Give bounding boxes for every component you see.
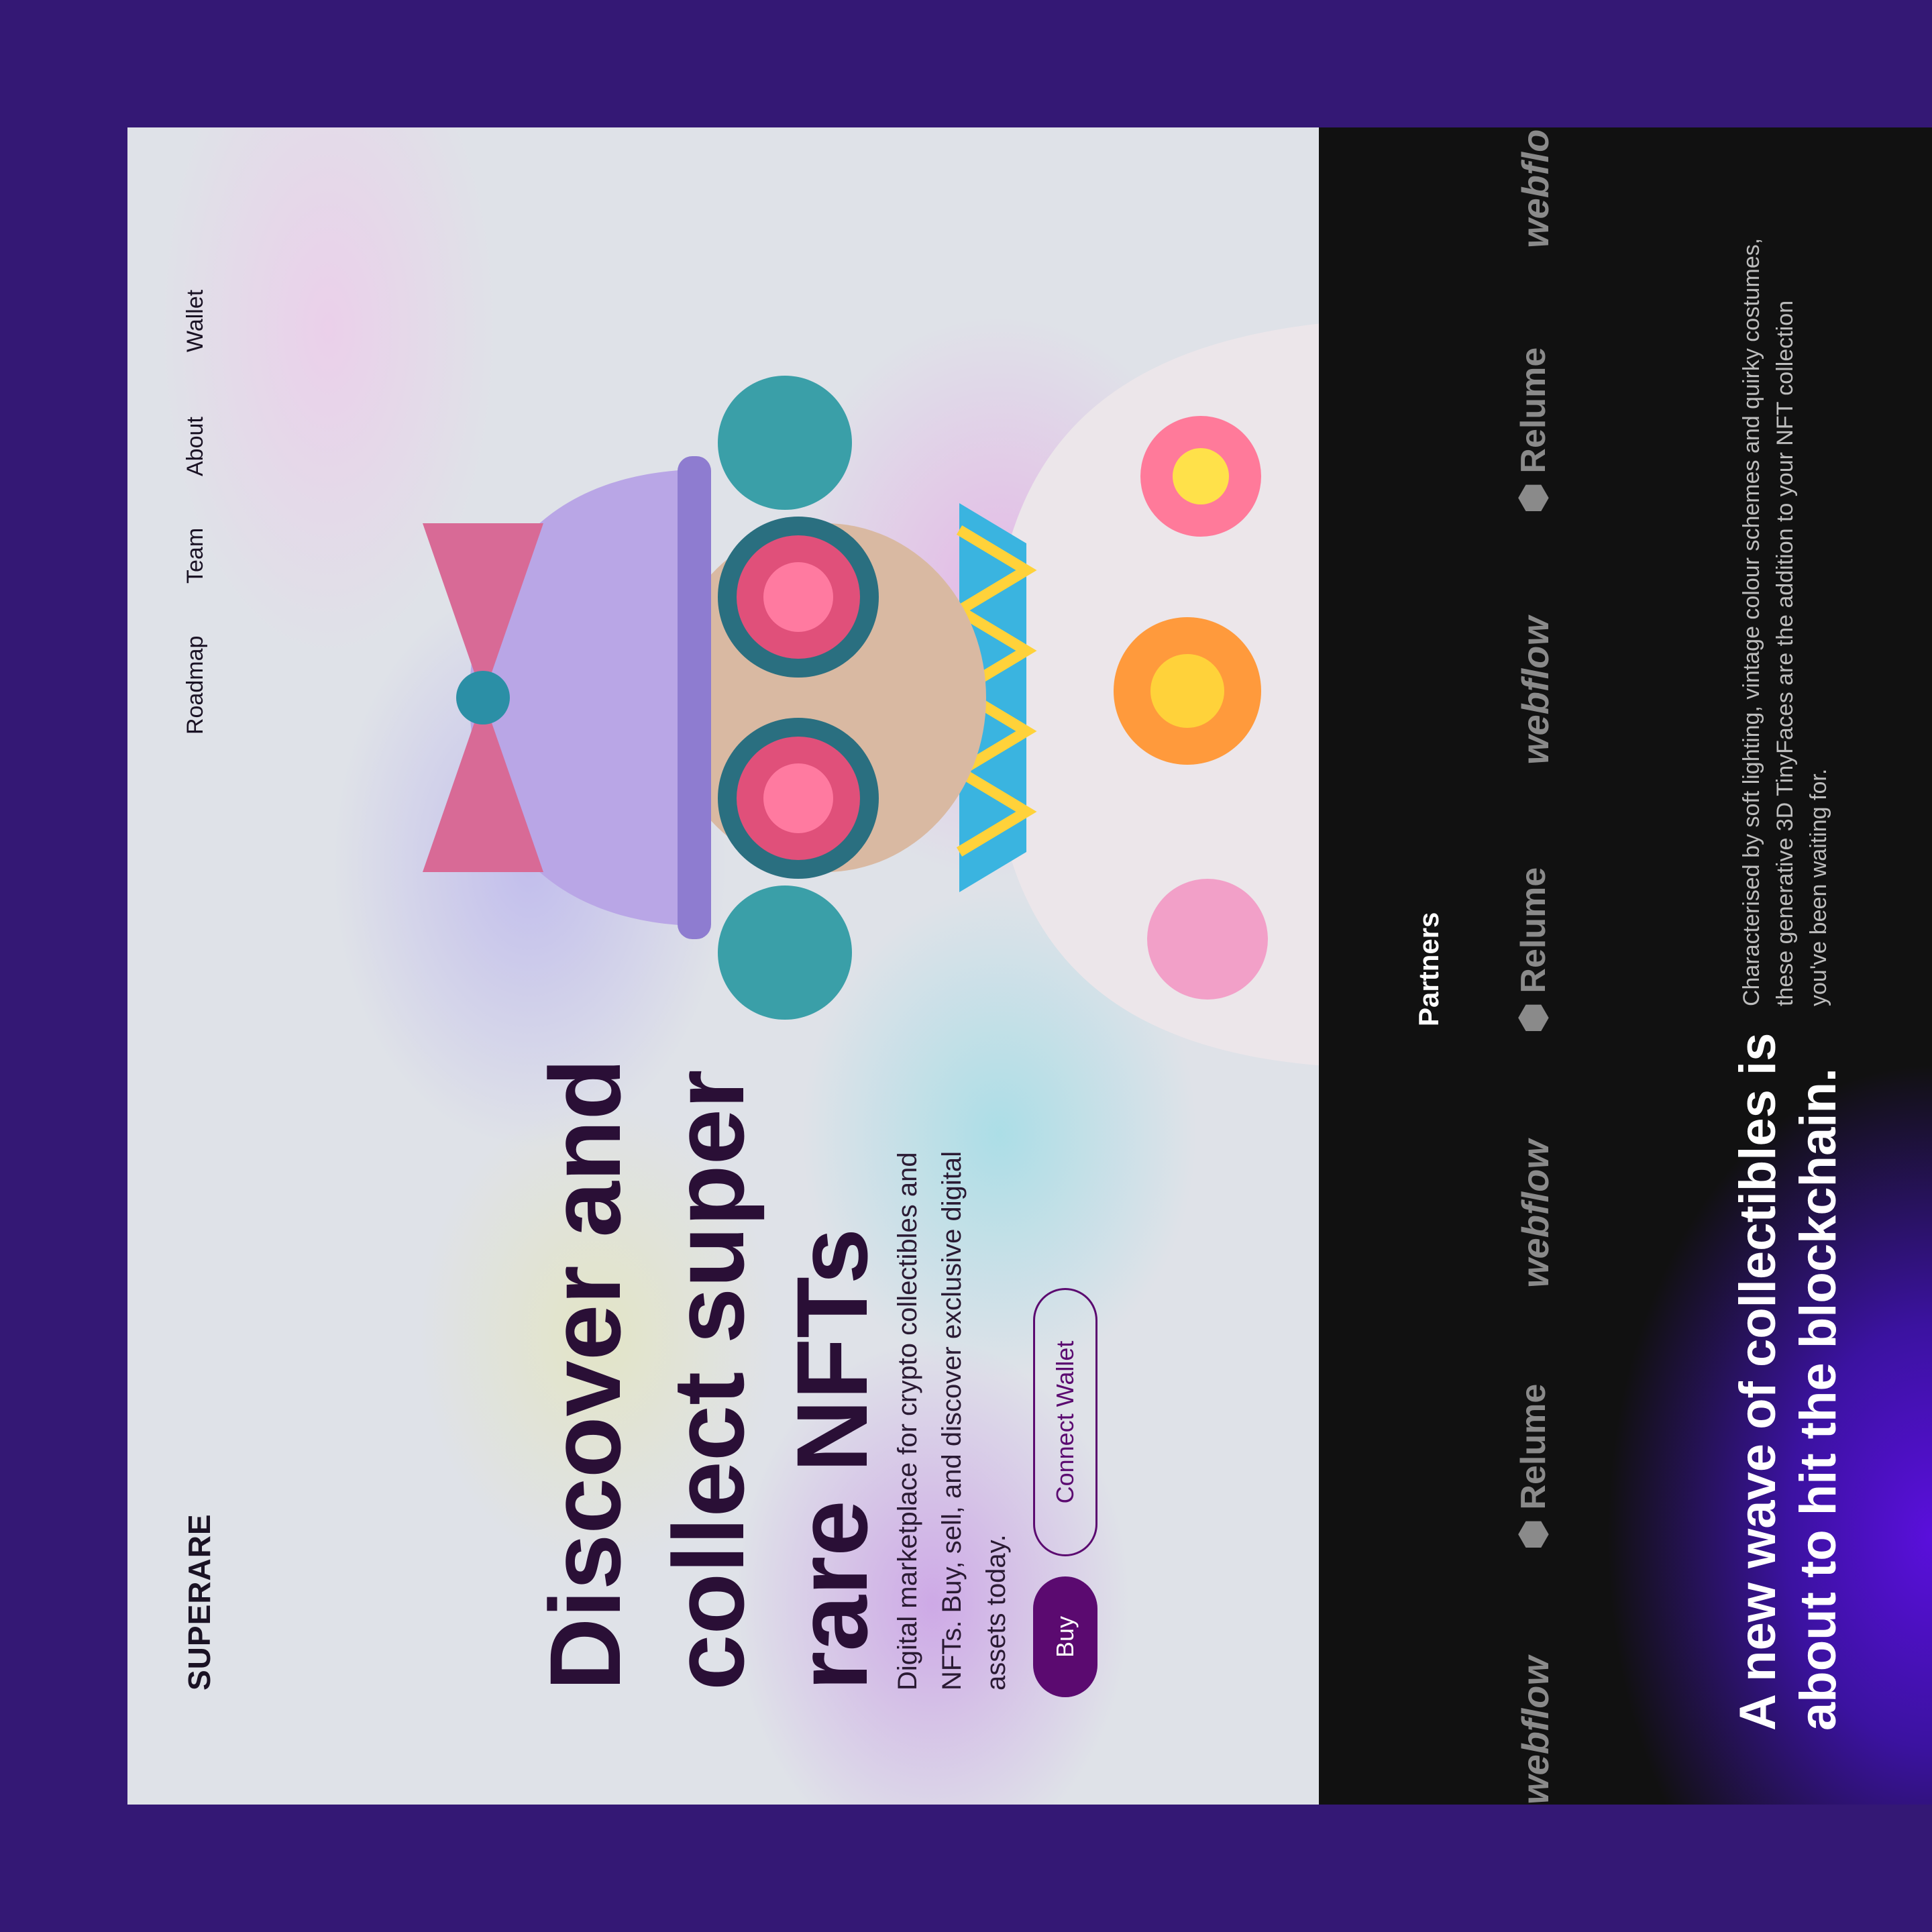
partner-logo-relume: ⬢ Relume (1513, 867, 1554, 1033)
relume-label: Relume (1514, 347, 1553, 474)
connect-wallet-button[interactable]: Connect Wallet (1033, 1288, 1097, 1556)
partner-logo-webflow: webflow (1514, 127, 1556, 248)
partner-logo-webflow: webflow (1514, 1656, 1556, 1805)
nav-link-wallet[interactable]: Wallet (182, 290, 209, 352)
about-heading: A new wave of collectibles is about to h… (1729, 1032, 1847, 1731)
hero-section: SUPERARE Roadmap Team About Wallet Disco… (127, 127, 1319, 1805)
partner-logo-webflow: webflow (1514, 1140, 1556, 1288)
nav-link-about[interactable]: About (182, 417, 209, 476)
relume-icon: ⬢ (1514, 1002, 1553, 1033)
nav-link-team[interactable]: Team (182, 528, 209, 584)
partner-logo-webflow: webflow (1514, 616, 1556, 765)
partners-section: Partners webflow ⬢ Relume webflow ⬢ Relu… (1319, 127, 1932, 1805)
relume-label: Relume (1514, 867, 1553, 994)
rotated-page: SUPERARE Roadmap Team About Wallet Disco… (127, 127, 1932, 1805)
partner-logo-relume: ⬢ Relume (1513, 347, 1554, 513)
page-frame: SUPERARE Roadmap Team About Wallet Disco… (127, 127, 1932, 1805)
about-description: Characterised by soft lighting, vintage … (1739, 237, 1831, 1006)
hero-subtext: Digital marketplace for crypto collectib… (893, 1150, 1011, 1690)
relume-icon: ⬢ (1514, 1519, 1553, 1550)
nav-link-roadmap[interactable]: Roadmap (182, 636, 209, 735)
buy-button[interactable]: Buy (1033, 1576, 1097, 1697)
hero-headline: Discover and collect super rare NFTs (529, 1058, 888, 1690)
partners-label: Partners (1413, 912, 1444, 1026)
partner-logo-relume: ⬢ Relume (1513, 1384, 1554, 1550)
relume-label: Relume (1514, 1383, 1553, 1510)
site-logo[interactable]: SUPERARE (181, 1513, 217, 1690)
relume-icon: ⬢ (1514, 482, 1553, 513)
